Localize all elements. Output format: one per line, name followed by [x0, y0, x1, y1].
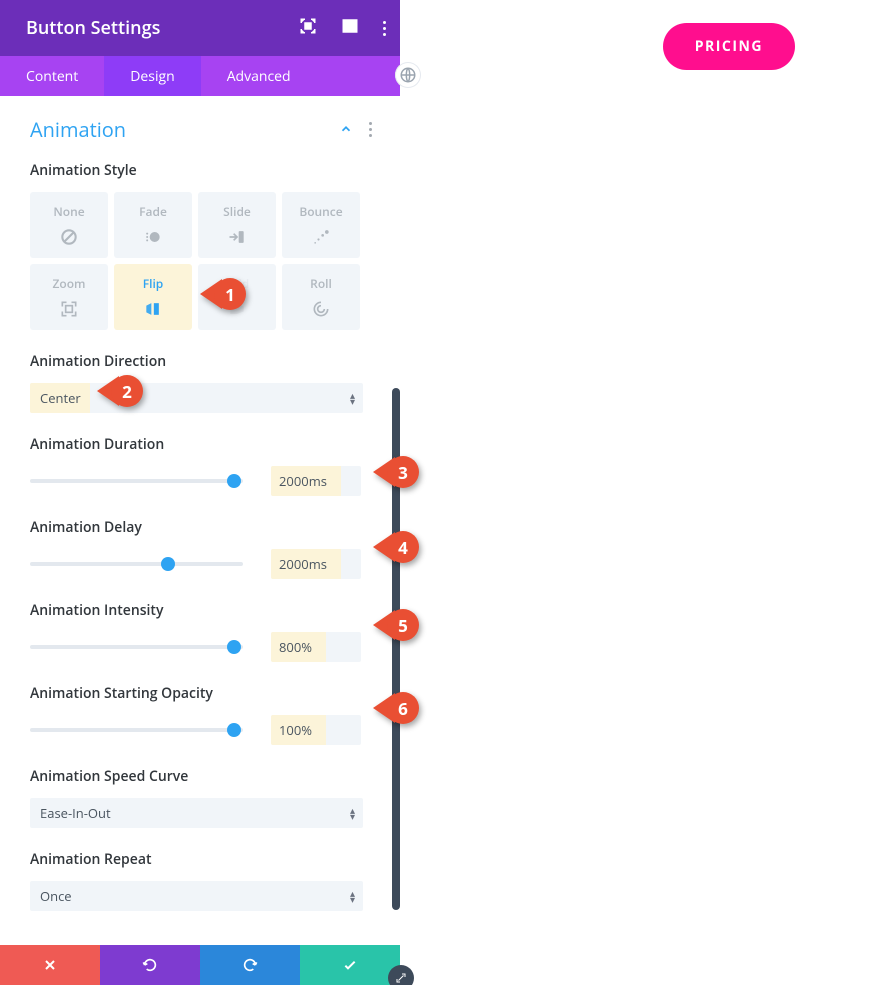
roll-icon	[310, 298, 332, 320]
label-curve: Animation Speed Curve	[30, 767, 372, 786]
section-header[interactable]: Animation	[30, 116, 372, 143]
panel-body: Animation Animation Style None Fade Slid…	[0, 96, 400, 985]
settings-panel: Button Settings Content Design Advanced …	[0, 0, 400, 985]
delay-value[interactable]: 2000ms	[271, 549, 361, 579]
select-caret-icon: ▴▾	[350, 890, 355, 902]
focus-icon[interactable]	[299, 17, 317, 40]
section-title: Animation	[30, 116, 339, 143]
label-duration: Animation Duration	[30, 435, 372, 454]
callout-4: 4	[373, 531, 419, 563]
discard-button[interactable]	[0, 945, 100, 985]
duration-value[interactable]: 2000ms	[271, 466, 361, 496]
callout-3: 3	[373, 456, 419, 488]
repeat-select[interactable]: Once ▴▾	[30, 881, 363, 911]
direction-select[interactable]: Center ▴▾	[30, 383, 363, 413]
opacity-value[interactable]: 100%	[271, 715, 361, 745]
none-icon	[58, 226, 80, 248]
label-opacity: Animation Starting Opacity	[30, 684, 372, 703]
callout-6: 6	[373, 692, 419, 724]
zoom-icon	[58, 298, 80, 320]
label-delay: Animation Delay	[30, 518, 372, 537]
tabs: Content Design Advanced	[0, 56, 400, 96]
chevron-up-icon[interactable]	[339, 119, 353, 141]
style-roll[interactable]: Roll	[282, 264, 360, 330]
header-actions	[299, 17, 386, 40]
section-more-icon[interactable]	[369, 122, 372, 137]
intensity-slider[interactable]	[30, 645, 243, 649]
footer-actions	[0, 945, 400, 985]
callout-1: 1	[200, 278, 246, 310]
label-repeat: Animation Repeat	[30, 850, 372, 869]
callout-2: 2	[97, 375, 143, 407]
redo-button[interactable]	[200, 945, 300, 985]
style-slide[interactable]: Slide	[198, 192, 276, 258]
style-fade[interactable]: Fade	[114, 192, 192, 258]
globe-icon[interactable]	[395, 62, 421, 88]
slide-icon	[226, 226, 248, 248]
style-none[interactable]: None	[30, 192, 108, 258]
resize-handle-icon[interactable]	[388, 965, 414, 985]
more-icon[interactable]	[383, 21, 386, 36]
style-bounce[interactable]: Bounce	[282, 192, 360, 258]
delay-slider[interactable]	[30, 562, 243, 566]
flip-icon	[142, 298, 164, 320]
layout-icon[interactable]	[341, 17, 359, 40]
bounce-icon	[310, 226, 332, 248]
panel-title: Button Settings	[26, 16, 299, 40]
callout-5: 5	[373, 609, 419, 641]
tab-design[interactable]: Design	[104, 56, 200, 96]
curve-select[interactable]: Ease-In-Out ▴▾	[30, 798, 363, 828]
opacity-slider[interactable]	[30, 728, 243, 732]
label-animation-style: Animation Style	[30, 161, 372, 180]
pricing-button[interactable]: PRICING	[663, 23, 795, 70]
save-button[interactable]	[300, 945, 400, 985]
select-caret-icon: ▴▾	[350, 807, 355, 819]
intensity-value[interactable]: 800%	[271, 632, 361, 662]
duration-slider[interactable]	[30, 479, 243, 483]
label-direction: Animation Direction	[30, 352, 372, 371]
fade-icon	[142, 226, 164, 248]
tab-content[interactable]: Content	[0, 56, 104, 96]
undo-button[interactable]	[100, 945, 200, 985]
select-caret-icon: ▴▾	[350, 392, 355, 404]
style-flip[interactable]: Flip	[114, 264, 192, 330]
tab-advanced[interactable]: Advanced	[201, 56, 317, 96]
style-zoom[interactable]: Zoom	[30, 264, 108, 330]
label-intensity: Animation Intensity	[30, 601, 372, 620]
panel-header: Button Settings	[0, 0, 400, 56]
